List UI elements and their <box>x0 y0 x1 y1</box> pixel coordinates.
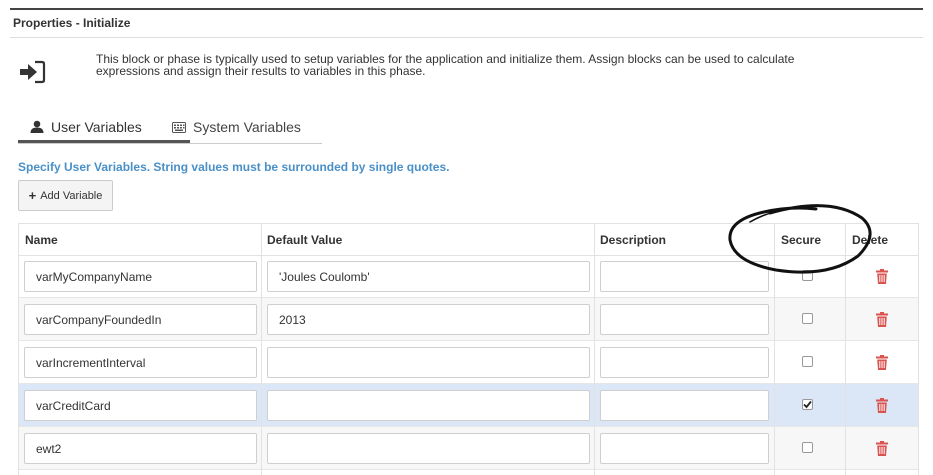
tab-system-variables[interactable]: System Variables <box>172 113 322 141</box>
trash-icon[interactable] <box>876 269 888 284</box>
column-divider <box>261 224 262 475</box>
column-divider <box>774 224 775 475</box>
column-header-name: Name <box>25 232 58 247</box>
description-input[interactable] <box>600 390 769 421</box>
column-header-default-value: Default Value <box>267 232 343 247</box>
tab-label: User Variables <box>51 118 142 135</box>
trash-icon[interactable] <box>876 398 888 413</box>
variables-table: Name Default Value Description Secure De… <box>18 223 919 475</box>
top-divider <box>10 8 923 10</box>
column-header-secure: Secure <box>781 232 822 247</box>
column-divider <box>594 224 595 475</box>
trash-icon[interactable] <box>876 441 888 456</box>
table-row <box>19 298 918 341</box>
add-variable-button[interactable]: + Add Variable <box>18 180 113 211</box>
user-variables-hint: Specify User Variables. String values mu… <box>18 160 450 174</box>
description-input[interactable] <box>600 261 769 292</box>
plus-icon: + <box>28 188 37 203</box>
keyboard-icon <box>172 121 186 133</box>
variable-name-input[interactable] <box>24 390 257 421</box>
description-input[interactable] <box>600 304 769 335</box>
variable-name-input[interactable] <box>24 304 257 335</box>
table-row <box>19 427 918 470</box>
add-variable-label: Add Variable <box>40 189 103 202</box>
table-header: Name Default Value Description Secure De… <box>19 224 918 256</box>
table-row <box>19 255 918 298</box>
description-input[interactable] <box>600 433 769 464</box>
title-divider <box>10 37 923 38</box>
variable-name-input[interactable] <box>24 347 257 378</box>
check-icon <box>803 400 812 409</box>
secure-checkbox[interactable] <box>802 270 813 281</box>
secure-checkbox[interactable] <box>802 442 813 453</box>
table-row <box>19 341 918 384</box>
column-divider <box>845 224 846 475</box>
trash-icon[interactable] <box>876 312 888 327</box>
default-value-input[interactable] <box>267 433 590 464</box>
variable-name-input[interactable] <box>24 433 257 464</box>
trash-icon[interactable] <box>876 355 888 370</box>
sign-in-icon <box>20 60 46 84</box>
default-value-input[interactable] <box>267 261 590 292</box>
secure-checkbox[interactable] <box>802 356 813 367</box>
variable-tabs: User Variables System Variables <box>18 113 322 144</box>
tab-user-variables[interactable]: User Variables <box>18 113 190 143</box>
panel-title: Properties - Initialize <box>13 16 131 30</box>
default-value-input[interactable] <box>267 304 590 335</box>
column-header-description: Description <box>600 232 667 247</box>
secure-checkbox[interactable] <box>802 313 813 324</box>
user-icon <box>30 120 44 133</box>
default-value-input[interactable] <box>267 347 590 378</box>
table-row <box>19 384 918 427</box>
column-header-delete: Delete <box>852 232 889 247</box>
description-input[interactable] <box>600 347 769 378</box>
panel-description: This block or phase is typically used to… <box>96 52 795 78</box>
secure-checkbox[interactable] <box>802 399 813 410</box>
default-value-input[interactable] <box>267 390 590 421</box>
tab-label: System Variables <box>193 119 301 135</box>
variable-name-input[interactable] <box>24 261 257 292</box>
